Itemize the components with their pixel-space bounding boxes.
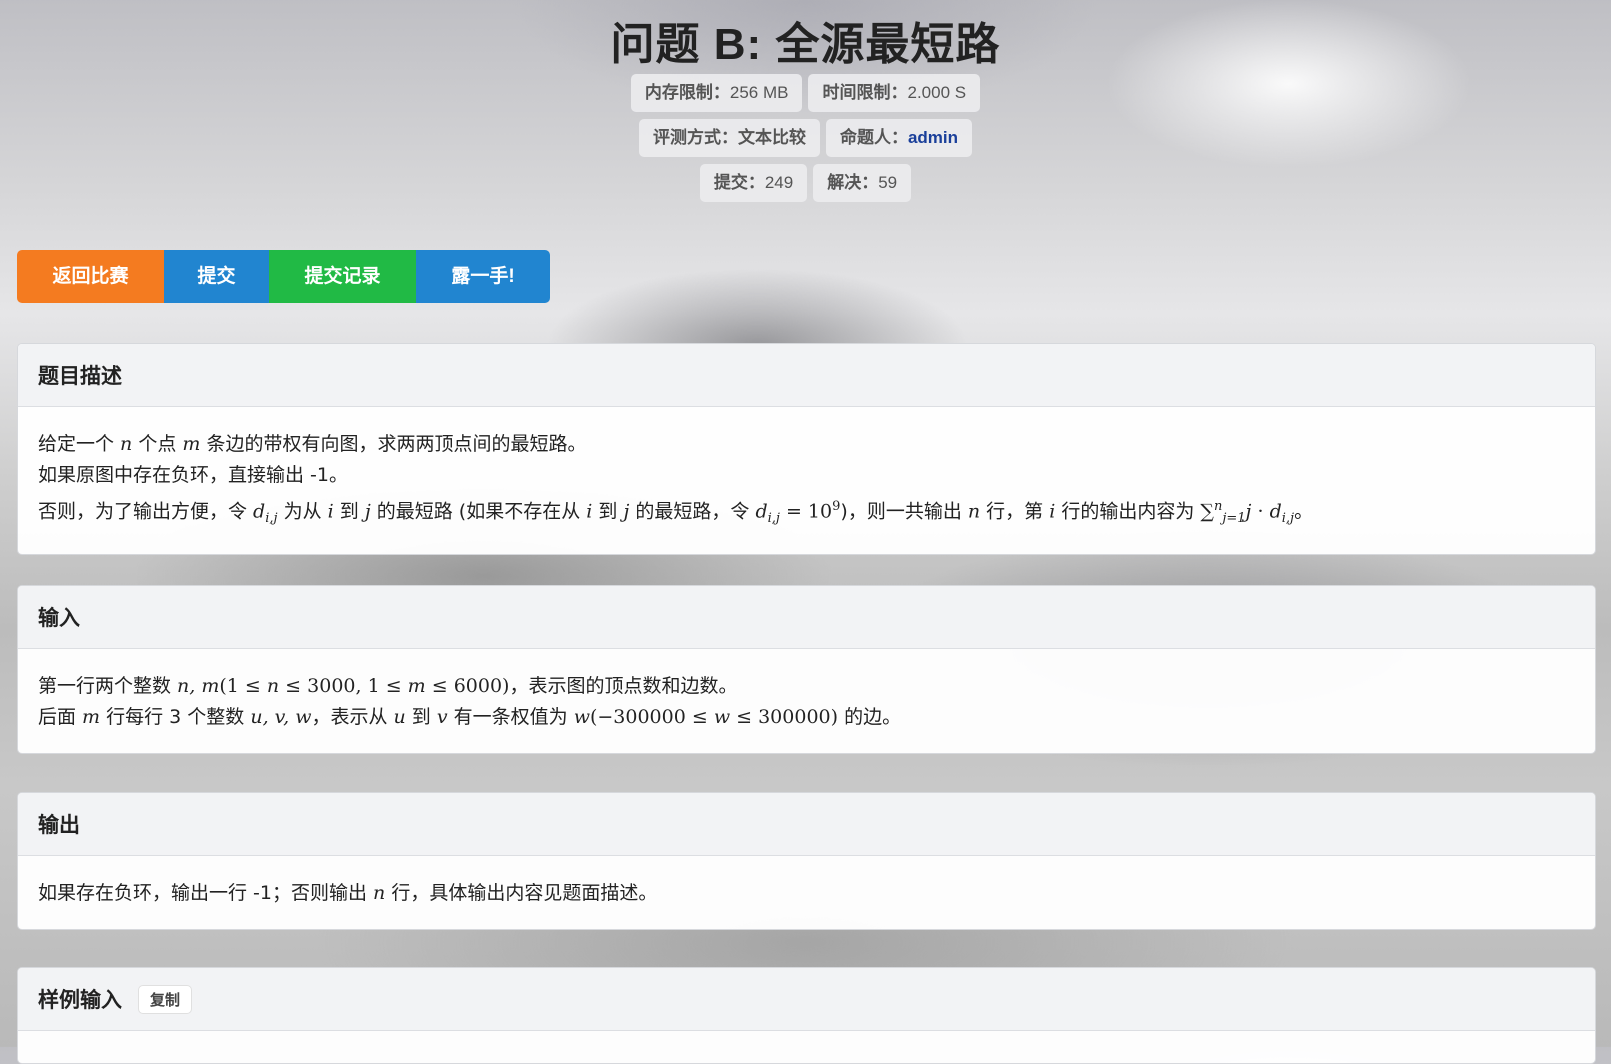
description-heading: 题目描述: [38, 365, 122, 388]
submission-records-button[interactable]: 提交记录: [269, 250, 416, 303]
description-line-2: 如果原图中存在负环，直接输出 -1。: [38, 464, 348, 486]
meta-row-limits: 内存限制：256 MB 时间限制：2.000 S: [0, 74, 1611, 112]
output-line-1: 如果存在负环，输出一行 -1；否则输出 n 行，具体输出内容见题面描述。: [38, 882, 658, 904]
description-line-1: 给定一个 n 个点 m 条边的带权有向图，求两两顶点间的最短路。: [38, 433, 587, 455]
meta-row-judge: 评测方式：文本比较 命题人：admin: [0, 119, 1611, 157]
input-line-1: 第一行两个整数 n, m(1 ≤ n ≤ 3000, 1 ≤ m ≤ 6000)…: [38, 675, 738, 697]
author-link[interactable]: admin: [908, 128, 958, 147]
copy-button[interactable]: 复制: [138, 984, 193, 1014]
description-panel: 题目描述 给定一个 n 个点 m 条边的带权有向图，求两两顶点间的最短路。 如果…: [17, 343, 1596, 556]
submit-count-badge: 提交：249: [699, 164, 808, 202]
input-heading: 输入: [38, 607, 80, 630]
page-title: 问题 B: 全源最短路: [610, 20, 1001, 69]
sample-input-panel: 样例输入 复制: [17, 967, 1596, 1064]
meta-row-stats: 提交：249 解决：59: [0, 164, 1611, 202]
time-limit-badge: 时间限制：2.000 S: [808, 74, 981, 112]
memory-limit-badge: 内存限制：256 MB: [630, 74, 803, 112]
input-body: 第一行两个整数 n, m(1 ≤ n ≤ 3000, 1 ≤ m ≤ 6000)…: [18, 649, 1595, 753]
show-off-button[interactable]: 露一手!: [416, 250, 550, 303]
output-body: 如果存在负环，输出一行 -1；否则输出 n 行，具体输出内容见题面描述。: [18, 856, 1595, 929]
sample-input-header: 样例输入 复制: [18, 968, 1595, 1031]
sample-input-heading: 样例输入: [38, 989, 122, 1012]
description-header: 题目描述: [18, 344, 1595, 407]
output-heading: 输出: [38, 814, 80, 837]
back-to-contest-button[interactable]: 返回比赛: [17, 250, 164, 303]
description-line-3: 否则，为了输出方便，令 di,j 为从 i 到 j 的最短路 (如果不存在从 i…: [38, 499, 1314, 527]
author-badge: 命题人：admin: [825, 119, 973, 157]
action-button-group: 返回比赛 提交 提交记录 露一手!: [17, 250, 550, 303]
judge-method-badge: 评测方式：文本比较: [638, 119, 820, 157]
description-body: 给定一个 n 个点 m 条边的带权有向图，求两两顶点间的最短路。 如果原图中存在…: [18, 407, 1595, 554]
output-header: 输出: [18, 793, 1595, 856]
input-panel: 输入 第一行两个整数 n, m(1 ≤ n ≤ 3000, 1 ≤ m ≤ 60…: [17, 585, 1596, 754]
solve-count-badge: 解决：59: [813, 164, 912, 202]
output-panel: 输出 如果存在负环，输出一行 -1；否则输出 n 行，具体输出内容见题面描述。: [17, 792, 1596, 930]
input-line-2: 后面 m 行每行 3 个整数 u, v, w，表示从 u 到 v 有一条权值为 …: [38, 706, 902, 728]
input-header: 输入: [18, 586, 1595, 649]
submit-button[interactable]: 提交: [164, 250, 269, 303]
